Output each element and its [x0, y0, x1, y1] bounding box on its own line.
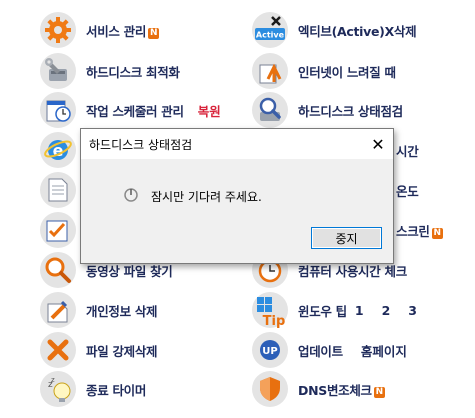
checklist-icon [40, 212, 76, 248]
tip-link-2[interactable]: 2 [382, 303, 391, 318]
menu-label: 엑티브(Active)X삭제 [298, 23, 417, 39]
menu-label: DNS변조체크 N [298, 382, 385, 398]
svg-text:Tip: Tip [263, 314, 286, 328]
homepage-link[interactable]: 홈페이지 [361, 341, 407, 360]
document-icon [40, 172, 76, 208]
menu-label: 윈도우 팁 [298, 303, 347, 319]
close-icon[interactable]: ✕ [363, 129, 393, 159]
menu-item-dns-check[interactable]: DNS변조체크 N [252, 371, 385, 407]
menu-item-task-scheduler[interactable]: 작업 스케줄러 관리 복원 [40, 92, 221, 128]
new-badge: N [148, 27, 160, 39]
menu-label: 작업 스케줄러 관리 [86, 103, 184, 119]
upload-arrow-icon [252, 53, 288, 89]
sleep-bulb-icon: zz [40, 371, 76, 407]
menu-item-shutdown-timer[interactable]: zz 종료 타이머 [40, 371, 146, 407]
menu-item-activex-delete[interactable]: Active 엑티브(Active)X삭제 [252, 12, 417, 48]
dialog-body: 잠시만 기다려 주세요. 중지 [81, 159, 393, 263]
svg-text:UP: UP [262, 346, 277, 357]
ie-browser-icon: e [40, 132, 76, 168]
stop-button[interactable]: 중지 [311, 227, 382, 249]
menu-label: 하드디스크 상태점검 [298, 103, 403, 119]
shield-icon [252, 371, 288, 407]
svg-text:Active: Active [256, 31, 285, 40]
menu-label: 업데이트 [298, 343, 343, 359]
gear-icon [40, 12, 76, 48]
update-icon: UP [252, 332, 288, 368]
menu-item-disk-optimize[interactable]: 하드디스크 최적화 [40, 53, 180, 89]
tip-icon: Tip [252, 292, 288, 328]
menu-item-disk-check[interactable]: 하드디스크 상태점검 [252, 92, 403, 128]
clock-icon [40, 92, 76, 128]
menu-label: 서비스 관리 N [86, 23, 160, 39]
menu-label: 인터넷이 느려질 때 [298, 64, 396, 80]
restore-link[interactable]: 복원 [198, 101, 221, 120]
menu-item-update[interactable]: UP 업데이트 홈페이지 [252, 332, 407, 368]
x-delete-icon [40, 332, 76, 368]
eraser-icon [40, 292, 76, 328]
menu-label: 파일 강제삭제 [86, 343, 158, 359]
new-badge: N [431, 227, 443, 239]
menu-label: 시간 [396, 143, 419, 159]
menu-item-privacy-delete[interactable]: 개인정보 삭제 [40, 292, 158, 328]
disk-check-dialog: 하드디스크 상태점검 ✕ 잠시만 기다려 주세요. 중지 [80, 128, 394, 264]
wrench-disk-icon [40, 53, 76, 89]
dialog-title: 하드디스크 상태점검 [89, 137, 193, 152]
menu-item-slow-internet[interactable]: 인터넷이 느려질 때 [252, 53, 396, 89]
svg-text:z: z [51, 376, 55, 384]
activex-icon: Active [252, 12, 288, 48]
menu-label: 개인정보 삭제 [86, 303, 158, 319]
loading-spinner-icon [124, 188, 138, 202]
menu-item-service-manage[interactable]: 서비스 관리 N [40, 12, 160, 48]
menu-label: 온도 [396, 183, 419, 199]
dialog-titlebar[interactable]: 하드디스크 상태점검 ✕ [81, 129, 393, 159]
tip-link-3[interactable]: 3 [408, 303, 417, 318]
menu-item-windows-tip[interactable]: Tip 윈도우 팁 1 2 3 [252, 292, 417, 328]
menu-label: 하드디스크 최적화 [86, 64, 180, 80]
tip-link-1[interactable]: 1 [355, 303, 364, 318]
new-badge: N [373, 386, 385, 398]
disk-check-icon [252, 92, 288, 128]
magnifier-icon [40, 252, 76, 288]
menu-item-force-delete[interactable]: 파일 강제삭제 [40, 332, 158, 368]
menu-label: 종료 타이머 [86, 382, 147, 398]
dialog-message: 잠시만 기다려 주세요. [151, 190, 262, 204]
menu-label: 스크린 N [396, 223, 443, 239]
